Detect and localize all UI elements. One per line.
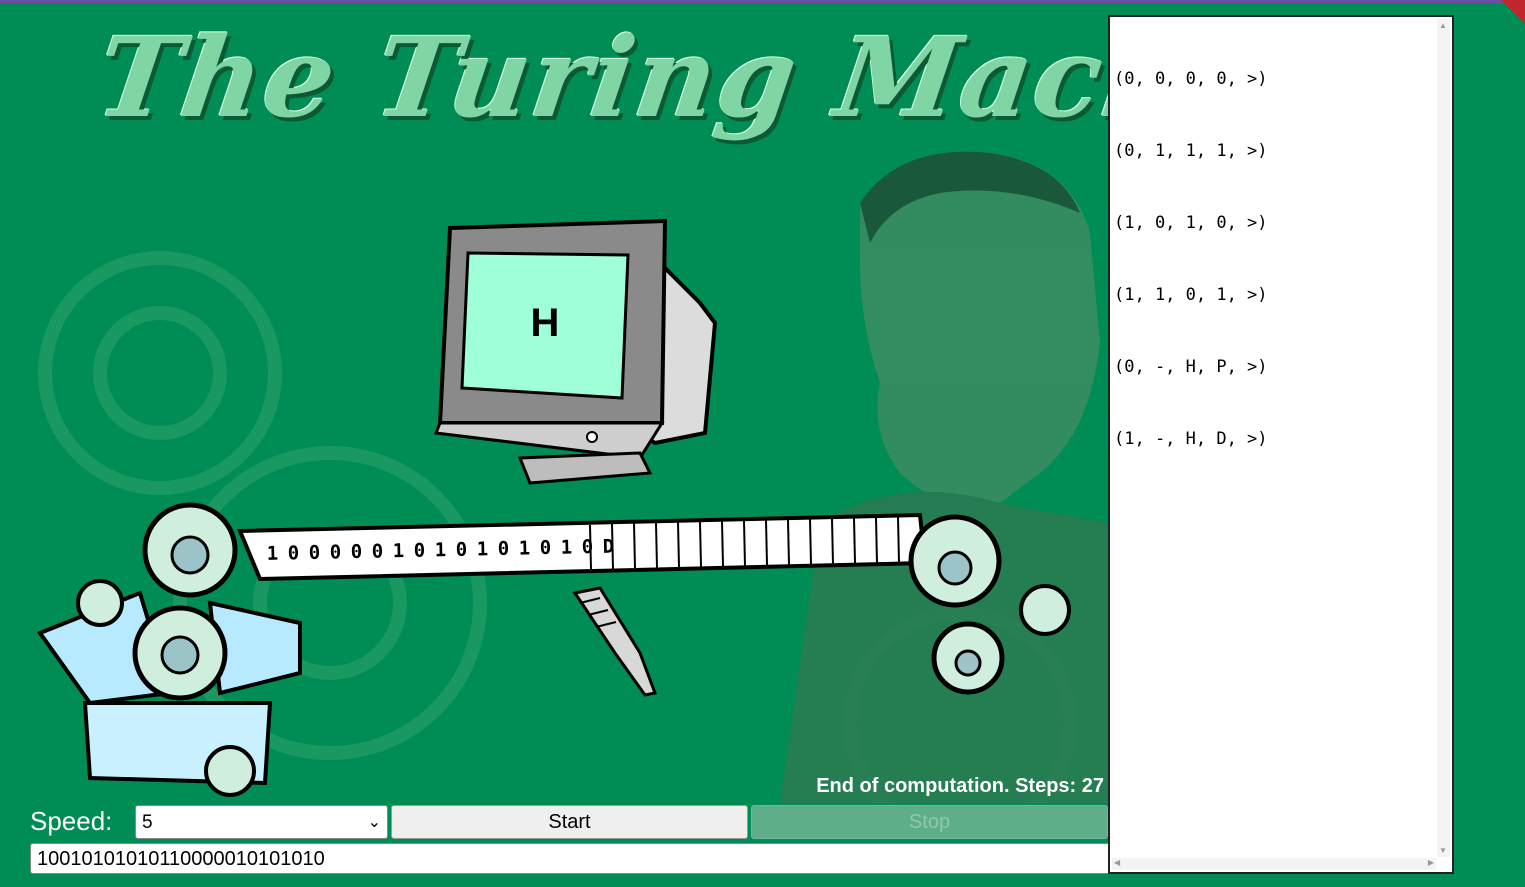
rule-line: (1, 1, 0, 1, >) [1114, 285, 1268, 305]
machine-illustration: The Turing Machine H 1 0 0 0 0 0 1 0 1 0… [0, 3, 1393, 803]
corner-ribbon [1501, 0, 1525, 24]
tape-cell: D [602, 535, 615, 558]
rule-line: (1, 0, 1, 0, >) [1114, 213, 1268, 233]
rules-list: (0, 0, 0, 0, >) (0, 1, 1, 1, >) (1, 0, 1… [1114, 19, 1268, 499]
tape-cell: 0 [539, 536, 552, 560]
scroll-up-icon[interactable]: ▲ [1439, 21, 1447, 30]
rule-line: (0, -, H, P, >) [1114, 357, 1268, 377]
rule-line: (0, 1, 1, 1, >) [1114, 141, 1268, 161]
tape-input[interactable]: 10010101010110000010101010 [30, 843, 1115, 874]
speed-label: Speed: [30, 806, 113, 836]
scroll-right-icon[interactable]: ▶ [1428, 858, 1434, 867]
rule-line: (0, 0, 0, 0, >) [1114, 69, 1268, 89]
status-message: End of computation. Steps: 27 [816, 775, 1104, 797]
rules-textarea[interactable]: (0, 0, 0, 0, >) (0, 1, 1, 1, >) (1, 0, 1… [1108, 15, 1454, 874]
tape-cell: 0 [350, 540, 363, 564]
start-button[interactable]: Start [391, 805, 748, 839]
tape-cell: 0 [581, 536, 594, 559]
tape-cell: 0 [287, 542, 300, 565]
speed-select[interactable]: 5 ⌄ [135, 805, 388, 839]
vertical-scrollbar[interactable]: ▲ ▼ [1437, 19, 1450, 857]
tape-cell: 1 [560, 536, 573, 559]
tape-cell: 1 [266, 542, 279, 565]
tape-cell: 0 [371, 540, 384, 563]
rule-line: (1, -, H, D, >) [1114, 429, 1268, 449]
machine-state-display: H [530, 300, 560, 345]
tape-cell: 0 [329, 541, 342, 564]
stop-button[interactable]: Stop [751, 805, 1108, 839]
tape-cell: 0 [413, 539, 426, 562]
tape-cell: 0 [308, 541, 321, 565]
tape-cell: 1 [476, 538, 489, 561]
tape-cell: 1 [434, 539, 447, 562]
tape-cell: 1 [518, 537, 531, 560]
tape-cell: 1 [392, 540, 405, 563]
spark-plug-icon [572, 586, 658, 697]
chevron-down-icon: ⌄ [367, 814, 381, 831]
speed-select-value: 5 [142, 812, 153, 833]
horizontal-scrollbar[interactable]: ◀ ▶ [1112, 858, 1436, 870]
tape-cell: 0 [497, 537, 510, 561]
page-title: The Turing Machine [89, 13, 1393, 142]
scroll-down-icon[interactable]: ▼ [1439, 846, 1447, 855]
scroll-left-icon[interactable]: ◀ [1114, 858, 1120, 867]
portrait-image [780, 151, 1108, 803]
tape-cell: 0 [455, 538, 468, 561]
